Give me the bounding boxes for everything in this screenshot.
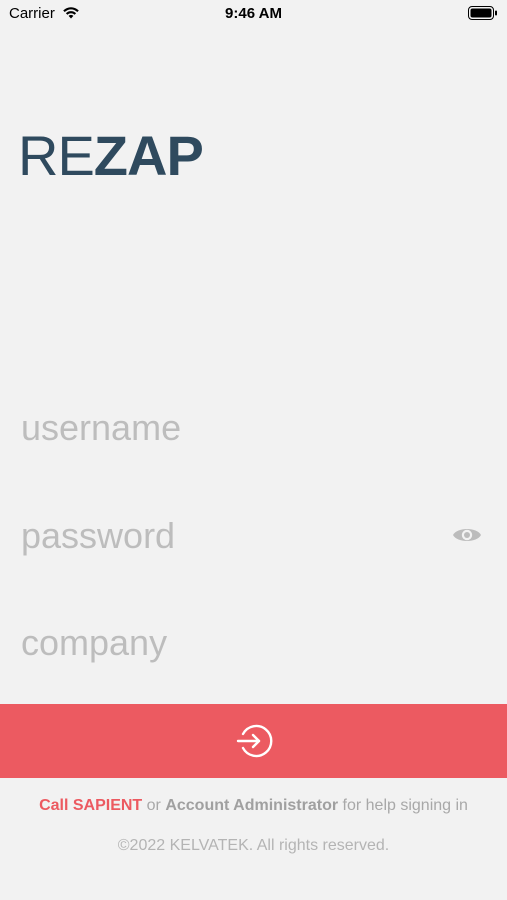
app-logo: REZAP [18,124,204,187]
battery-icon [468,6,497,20]
username-input[interactable] [21,404,481,452]
company-input[interactable] [21,619,481,667]
account-admin-text: Account Administrator [165,797,339,814]
sign-in-arrow-icon [236,724,272,758]
logo-part-zap: ZAP [93,124,204,187]
password-input[interactable] [21,512,441,560]
status-bar: Carrier 9:46 AM [0,0,507,28]
help-signing-text: for help signing in [338,797,468,814]
copyright-text: ©2022 KELVATEK. All rights reserved. [117,837,390,854]
call-sapient-link[interactable]: Call SAPIENT [39,797,142,814]
status-time: 9:46 AM [225,5,282,22]
help-or-text: or [142,797,166,814]
eye-icon[interactable] [452,523,482,547]
help-text: Call SAPIENT or Account Administrator fo… [20,795,487,816]
login-button[interactable] [0,704,507,778]
logo-part-re: RE [18,124,95,187]
